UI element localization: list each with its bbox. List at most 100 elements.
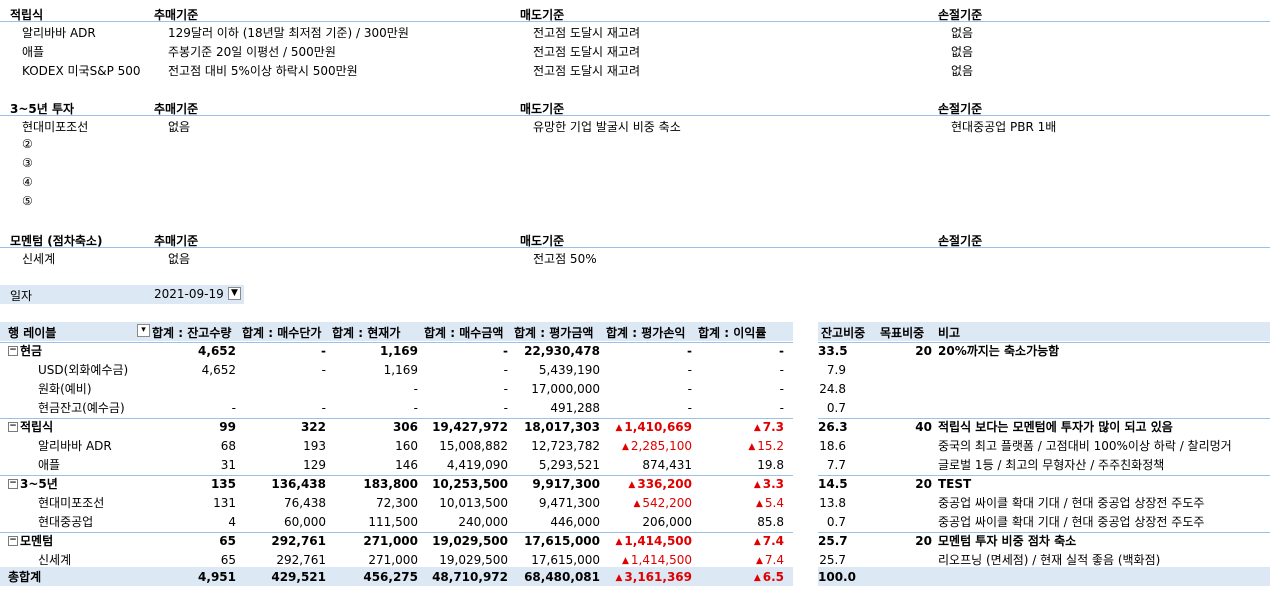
item-sell-criteria: 전고점 도달시 재고려: [533, 26, 640, 40]
value-text: 4,652: [201, 363, 236, 377]
value-cell: 240,000: [426, 513, 508, 532]
item-stop-loss: 없음: [951, 45, 974, 59]
value-cell: 17,000,000: [516, 380, 600, 399]
row-label-text: 행 레이블: [8, 326, 57, 340]
value-text: -: [779, 344, 784, 358]
value-text: -: [687, 382, 692, 396]
delta-triangle-icon: ▲: [748, 442, 756, 452]
value-text: 1,414,500: [624, 534, 692, 548]
delta-triangle-icon: ▲: [753, 537, 761, 547]
item-buy-criteria: 주봉기준 20일 이평선 / 500만원: [168, 45, 336, 59]
value-cell: 4: [154, 513, 236, 532]
value-text: 292,761: [271, 534, 326, 548]
value-cell: -: [426, 399, 508, 418]
value-text: 68,480,081: [524, 570, 600, 584]
value-cell: 491,288: [516, 399, 600, 418]
item-name: ④: [22, 175, 33, 189]
value-text: 19,029,500: [432, 534, 508, 548]
item-sell-criteria: 전고점 도달시 재고려: [533, 64, 640, 78]
value-text: 111,500: [368, 515, 418, 529]
value-text: 17,615,000: [531, 553, 600, 567]
value-text: 19,427,972: [432, 420, 508, 434]
item-buy-criteria: 없음: [168, 120, 191, 134]
value-text: -: [779, 363, 784, 377]
value-cell: 9,917,300: [516, 475, 600, 494]
row-label[interactable]: − 현금: [8, 342, 42, 361]
pivot-header-cell: 합계 : 현재가: [332, 326, 401, 340]
row-label[interactable]: − 적립식: [8, 418, 53, 437]
collapse-icon[interactable]: −: [8, 535, 18, 546]
collapse-icon[interactable]: −: [8, 421, 18, 432]
filter-dropdown-button[interactable]: ▼: [228, 287, 241, 301]
value-text: 136,438: [271, 477, 326, 491]
value-text: -: [413, 382, 418, 396]
note-cell: 적립식 보다는 모멘텀에 투자가 많이 되고 있음: [938, 420, 1173, 434]
weight-cell: 24.8: [819, 382, 846, 396]
value-text: 3,161,369: [624, 570, 692, 584]
value-text: 6.5: [762, 570, 784, 584]
value-cell: 4,419,090: [426, 456, 508, 475]
row-label-text: 애플: [38, 458, 61, 472]
value-text: 131: [213, 496, 236, 510]
value-text: 48,710,972: [432, 570, 508, 584]
value-text: 429,521: [271, 570, 326, 584]
delta-triangle-icon: ▲: [633, 499, 641, 509]
item-name: ⑤: [22, 194, 33, 208]
group-top-line: [818, 532, 1270, 533]
value-cell: 65: [154, 532, 236, 551]
pivot-header-cell: 합계 : 매수단가: [242, 326, 322, 340]
group-top-line: [818, 418, 1270, 419]
section-header-line: [0, 247, 1270, 248]
value-cell: 85.8: [700, 513, 784, 532]
collapse-icon[interactable]: −: [8, 478, 18, 489]
row-label: 원화(예비): [38, 380, 92, 399]
value-cell: 19,029,500: [426, 532, 508, 551]
value-cell: ▲ 2,285,100: [608, 437, 692, 457]
delta-triangle-icon: ▲: [628, 480, 636, 490]
group-top-line: [0, 342, 793, 343]
value-cell: 68,480,081: [516, 568, 600, 587]
total-row: 총합계 4,951 429,521 456,275 48,710,972 68,480,0…: [0, 568, 1280, 587]
item-name: 알리바바 ADR: [22, 26, 96, 40]
row-label: 알리바바 ADR: [38, 437, 112, 456]
item-buy-criteria: 없음: [168, 252, 191, 266]
row-label-text: 현대미포조선: [38, 496, 105, 510]
table-row: − 모멘텀 65 292,761 271,000 19,029,500 17,615,000…: [0, 532, 1280, 551]
group-top-line: [0, 532, 793, 533]
value-cell: 10,253,500: [426, 475, 508, 494]
value-cell: -: [334, 380, 418, 399]
section-header-line: [0, 21, 1270, 22]
value-cell: -: [154, 399, 236, 418]
value-text: 322: [300, 420, 326, 434]
value-text: 19.8: [757, 458, 784, 472]
side-header-cell: 비고: [938, 326, 961, 340]
value-cell: 136,438: [244, 475, 326, 494]
value-cell: -: [244, 361, 326, 380]
row-label-text: 총합계: [8, 570, 42, 584]
row-label-filter-button[interactable]: ▾: [137, 324, 150, 338]
item-stop-loss: 없음: [951, 26, 974, 40]
value-cell: 10,013,500: [426, 494, 508, 513]
value-text: 542,200: [642, 496, 692, 510]
row-label-text: 3~5년: [20, 477, 58, 491]
value-text: 15.2: [757, 439, 784, 453]
row-label[interactable]: −3~5년: [8, 475, 58, 494]
delta-triangle-icon: ▲: [755, 499, 763, 509]
item-name: 현대미포조선: [22, 120, 89, 134]
value-text: 10,013,500: [439, 496, 508, 510]
value-text: 85.8: [757, 515, 784, 529]
value-cell: 446,000: [516, 513, 600, 532]
value-cell: 322: [244, 418, 326, 437]
row-label-text: 현금: [20, 344, 43, 358]
row-label[interactable]: − 모멘텀: [8, 532, 53, 551]
collapse-icon[interactable]: −: [8, 345, 18, 356]
delta-triangle-icon: ▲: [615, 423, 623, 433]
value-text: 22,930,478: [524, 344, 600, 358]
delta-triangle-icon: ▲: [622, 556, 629, 566]
value-cell: 19.8: [700, 456, 784, 475]
item-buy-criteria: 129달러 이하 (18년말 최저점 기준) / 300만원: [168, 26, 409, 40]
value-text: 183,800: [363, 477, 418, 491]
section-header-line: [0, 115, 1270, 116]
value-cell: 4,652: [154, 361, 236, 380]
chevron-down-icon: ▾: [137, 324, 150, 337]
